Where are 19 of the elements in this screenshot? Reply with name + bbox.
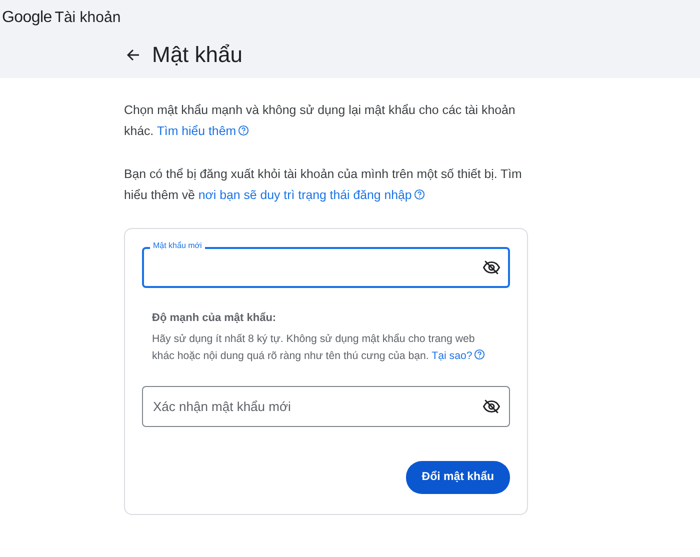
back-arrow-icon[interactable] [126, 48, 140, 62]
learn-more-link[interactable]: nơi bạn sẽ duy trì trạng thái đăng nhập [198, 188, 412, 202]
help-icon[interactable] [414, 189, 425, 200]
confirm-password-field[interactable]: Xác nhận mật khẩu mới [142, 386, 510, 426]
description-paragraph: Chọn mật khẩu mạnh và không sử dụng lại mật khẩu cho các tài khoản khác. Tìm hiểu thêm [124, 102, 516, 140]
field-label: Mật khẩu mới [150, 240, 205, 252]
product-name: Tài khoản [54, 8, 121, 28]
google-logo[interactable]: Google [2, 6, 52, 30]
learn-more-link[interactable]: Tìm hiểu thêm [156, 124, 236, 138]
page-title: Mật khẩu [152, 42, 242, 68]
why-link[interactable]: Tại sao? [432, 350, 472, 362]
hide-password-icon[interactable] [483, 260, 500, 275]
strength-title: Độ mạnh của mật khẩu: [152, 311, 278, 326]
hide-password-icon[interactable] [483, 398, 500, 414]
help-icon[interactable] [474, 348, 486, 360]
description-paragraph: Bạn có thể bị đăng xuất khỏi tài khoản của mình trên một số thiết bị. Tìm hiểu thêm về nơi bạn sẽ duy trì trạng thái đăng nhập [124, 166, 523, 204]
change-password-button[interactable]: Đổi mật khẩu [406, 460, 510, 494]
help-icon[interactable] [238, 125, 250, 136]
strength-hint: Hãy sử dụng ít nhất 8 ký tự. Không sử dụng mật khẩu cho trang web khác hoặc nội dung quá rõ ràng như tên thú cưng của bạn. Tại sao? [152, 330, 500, 364]
